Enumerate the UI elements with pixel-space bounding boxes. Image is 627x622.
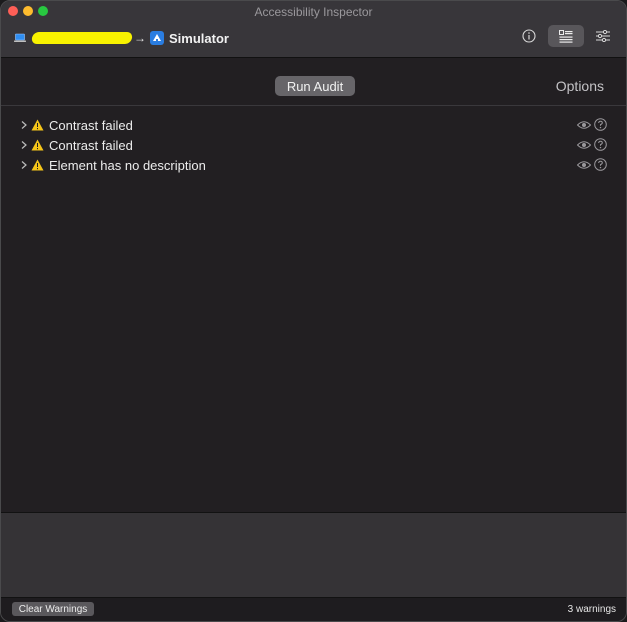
status-bar: Clear Warnings 3 warnings [1,597,626,621]
detail-pane [1,512,626,597]
audit-tab-button[interactable] [548,25,584,47]
warning-icon [31,159,44,171]
chevron-right-icon[interactable] [19,140,29,150]
audit-header: Run Audit Options [1,58,626,106]
target-label: Simulator [169,30,229,46]
eye-icon[interactable] [577,160,591,170]
help-icon[interactable] [594,118,607,131]
warnings-list: Contrast failed Contrast failed Element … [1,116,626,176]
chevron-right-icon[interactable] [19,160,29,170]
eye-icon[interactable] [577,120,591,130]
warning-count: 3 warnings [567,604,616,615]
window-title: Accessibility Inspector [254,5,373,19]
laptop-icon [14,33,26,42]
warning-row[interactable]: Contrast failed [1,116,626,136]
info-icon [522,29,536,43]
help-icon[interactable] [594,138,607,151]
target-chooser[interactable]: → Simulator [14,29,229,47]
warning-label: Contrast failed [49,118,133,133]
chevron-right-icon[interactable] [19,120,29,130]
warning-label: Contrast failed [49,138,133,153]
clear-warnings-button[interactable]: Clear Warnings [12,602,94,616]
warning-label: Element has no description [49,158,206,173]
arrow-icon: → [134,31,146,45]
warning-row[interactable]: Element has no description [1,156,626,176]
warning-row[interactable]: Contrast failed [1,136,626,156]
warning-icon [31,139,44,151]
warning-icon [31,119,44,131]
run-audit-button[interactable]: Run Audit [275,76,355,96]
simulator-icon [150,31,164,45]
accessibility-inspector-window: Accessibility Inspector → Simulator Run … [0,0,627,622]
title-bar: Accessibility Inspector → Simulator [1,1,626,58]
eye-icon[interactable] [577,140,591,150]
inspection-tab-button[interactable] [511,25,547,47]
redacted-device-name [30,32,134,44]
settings-icon [596,30,610,42]
options-button[interactable]: Options [556,78,604,94]
help-icon[interactable] [594,158,607,171]
settings-tab-button[interactable] [585,25,621,47]
audit-icon [559,29,573,43]
